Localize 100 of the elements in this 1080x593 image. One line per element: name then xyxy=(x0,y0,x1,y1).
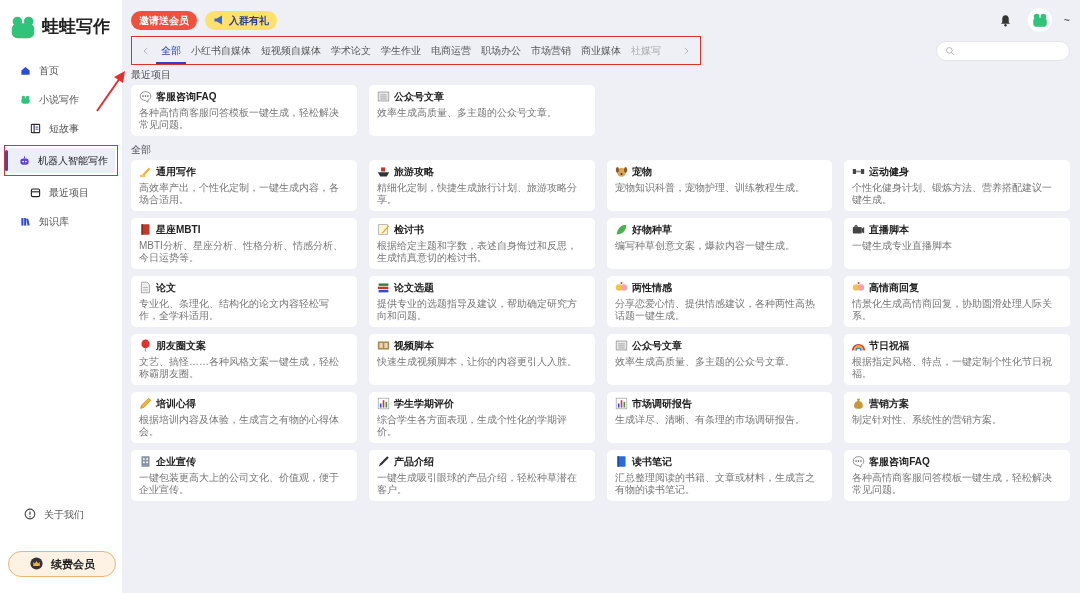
chevron-left-icon xyxy=(141,46,151,57)
template-card[interactable]: 旅游攻略 精细化定制，快捷生成旅行计划、旅游攻略分享。 xyxy=(368,160,595,211)
template-card[interactable]: 高情商回复 情景化生成高情商回复，协助圆滑处理人际关系。 xyxy=(844,276,1070,327)
card-description: 综合学生各方面表现，生成个性化的学期评价。 xyxy=(376,414,568,438)
category-tab[interactable]: 学术论文 xyxy=(326,37,376,64)
card-title: 论文 xyxy=(156,281,176,294)
template-card[interactable]: 视频脚本 快速生成视频脚本，让你的内容更引人入胜。 xyxy=(368,334,595,385)
memo-icon xyxy=(376,223,390,236)
app-name: 蛙蛙写作 xyxy=(42,16,110,39)
speech-bubble-icon xyxy=(852,455,866,468)
search-field[interactable] xyxy=(936,40,1070,61)
leaf-icon xyxy=(614,223,628,236)
card-title: 高情商回复 xyxy=(869,281,920,294)
template-card[interactable]: 客服咨询FAQ 各种高情商客服问答模板一键生成，轻松解决常见问题。 xyxy=(131,85,357,136)
template-card[interactable]: 论文选题 提供专业的选题指导及建议，帮助确定研究方向和问题。 xyxy=(368,276,595,327)
card-title: 星座MBTI xyxy=(156,223,201,236)
template-card[interactable]: 公众号文章 效率生成高质量、多主题的公众号文章。 xyxy=(368,85,595,136)
avatar[interactable] xyxy=(1027,8,1052,32)
template-card[interactable]: 客服咨询FAQ 各种高情商客服问答模板一键生成，轻松解决常见问题。 xyxy=(844,450,1070,501)
template-card[interactable]: 节日祝福 根据指定风格、特点，一键定制个性化节日祝福。 xyxy=(844,334,1070,385)
card-title: 营销方案 xyxy=(869,397,910,410)
money-bag-icon xyxy=(852,397,866,410)
sidebar-item[interactable]: 最近项目 xyxy=(8,180,114,205)
category-tab[interactable]: 商业媒体 xyxy=(576,37,626,64)
promo-badge[interactable]: 入群有礼 xyxy=(205,10,277,30)
card-description: 一键生成专业直播脚本 xyxy=(852,240,954,252)
sidebar-item[interactable]: 首页 xyxy=(8,58,114,83)
category-tab[interactable]: 小红书自媒体 xyxy=(186,37,256,64)
card-description: 制定针对性、系统性的营销方案。 xyxy=(852,414,1004,426)
template-card[interactable]: 朋友圈文案 文艺、搞怪……各种风格文案一键生成，轻松称霸朋友圈。 xyxy=(131,334,357,385)
template-card[interactable]: 读书笔记 汇总整理阅读的书籍、文章或材料，生成言之有物的读书笔记。 xyxy=(606,450,833,501)
template-card[interactable]: 宠物 宠物知识科普，宠物护理、训练教程生成。 xyxy=(606,160,833,211)
book-icon xyxy=(614,455,628,468)
robot-icon xyxy=(19,155,30,166)
template-card[interactable]: 通用写作 高效率产出，个性化定制，一键生成内容，各场合适用。 xyxy=(131,160,357,211)
pen-icon xyxy=(376,455,390,468)
template-card[interactable]: 企业宣传 一键包装更高大上的公司文化、价值观，便于企业宣传。 xyxy=(131,450,357,501)
card-title: 通用写作 xyxy=(156,165,196,178)
card-title: 产品介绍 xyxy=(393,455,434,468)
section-heading: 最近项目 xyxy=(131,69,172,81)
category-tab[interactable]: 市场营销 xyxy=(526,37,576,64)
document-icon xyxy=(139,281,152,294)
card-description: 情景化生成高情商回复，协助圆滑处理人际关系。 xyxy=(852,298,1054,322)
sidebar-item[interactable]: 短故事 xyxy=(8,116,114,141)
card-description: 各种高情商客服问答模板一键生成，轻松解决常见问题。 xyxy=(852,472,1054,496)
template-card[interactable]: 营销方案 制定针对性、系统性的营销方案。 xyxy=(844,392,1070,443)
card-title: 运动健身 xyxy=(869,165,910,178)
card-description: 文艺、搞怪……各种风格文案一键生成，轻松称霸朋友圈。 xyxy=(139,356,340,380)
card-title: 市场调研报告 xyxy=(631,397,692,410)
sidebar-item-label: 短故事 xyxy=(49,122,79,136)
template-card[interactable]: 两性情感 分享恋爱心情、提供情感建议，各种两性高热话题一键生成。 xyxy=(606,276,833,327)
annotation-arrow xyxy=(94,70,128,114)
template-card[interactable]: 直播脚本 一键生成专业直播脚本 xyxy=(844,218,1070,269)
sidebar-item-label: 首页 xyxy=(39,64,59,78)
megaphone-icon xyxy=(213,14,225,26)
sidebar-item[interactable]: 知识库 xyxy=(8,209,114,234)
renew-button[interactable]: 续费会员 xyxy=(8,550,116,577)
card-description: 生成详尽、清晰、有条理的市场调研报告。 xyxy=(614,414,806,426)
template-card[interactable]: 产品介绍 一键生成吸引眼球的产品介绍，轻松种草潜在客户。 xyxy=(368,450,595,501)
dog-face-icon xyxy=(614,165,628,178)
card-description: MBTI分析、星座分析、性格分析、情感分析、今日运势等。 xyxy=(139,240,344,264)
document-icon xyxy=(30,123,41,134)
template-card[interactable]: 论文 专业化、条理化、结构化的论文内容轻松写作，全学科适用。 xyxy=(131,276,357,327)
user-menu[interactable]: ~ xyxy=(1063,11,1070,29)
card-title: 客服咨询FAQ xyxy=(156,90,217,103)
crown-icon xyxy=(29,557,43,571)
card-description: 汇总整理阅读的书籍、文章或材料，生成言之有物的读书笔记。 xyxy=(614,472,816,496)
frog-icon xyxy=(1030,11,1049,29)
category-tab[interactable]: 职场办公 xyxy=(476,37,526,64)
category-tab[interactable]: 电商运营 xyxy=(426,37,476,64)
card-title: 两性情感 xyxy=(631,281,672,294)
template-card[interactable]: 好物种草 编写种草创意文案，爆款内容一键生成。 xyxy=(606,218,833,269)
card-title: 检讨书 xyxy=(393,223,424,236)
card-description: 专业化、条理化、结构化的论文内容轻松写作，全学科适用。 xyxy=(139,298,330,322)
template-card[interactable]: 学生学期评价 综合学生各方面表现，生成个性化的学期评价。 xyxy=(368,392,595,443)
promo-badge[interactable]: 邀请送会员 xyxy=(131,10,197,30)
books-icon xyxy=(376,281,390,294)
sidebar-item-label: 机器人智能写作 xyxy=(38,154,108,168)
sidebar-item[interactable]: 小说写作 xyxy=(8,87,114,112)
category-tab[interactable]: 短视频自媒体 xyxy=(256,37,326,64)
template-card[interactable]: 星座MBTI MBTI分析、星座分析、性格分析、情感分析、今日运势等。 xyxy=(131,218,357,269)
card-title: 客服咨询FAQ xyxy=(869,455,930,468)
card-title: 朋友圈文案 xyxy=(156,339,206,352)
template-card[interactable]: 培训心得 根据培训内容及体验，生成言之有物的心得体会。 xyxy=(131,392,357,443)
home-icon xyxy=(20,65,31,76)
template-card[interactable]: 检讨书 根据给定主题和字数，表述自身悔过和反思，生成情真意切的检讨书。 xyxy=(368,218,595,269)
template-card[interactable]: 公众号文章 效率生成高质量、多主题的公众号文章。 xyxy=(606,334,833,385)
sidebar-item[interactable]: 机器人智能写作 xyxy=(7,148,115,173)
card-description: 精细化定制，快捷生成旅行计划、旅游攻略分享。 xyxy=(376,182,578,206)
newspaper-icon xyxy=(614,339,628,352)
bar-chart-icon xyxy=(376,397,390,410)
category-tab[interactable]: 全部 xyxy=(156,37,186,64)
about-link[interactable]: 关于我们 xyxy=(8,501,114,527)
template-card[interactable]: 运动健身 个性化健身计划、锻炼方法、营养搭配建议一键生成。 xyxy=(844,160,1070,211)
book-icon xyxy=(139,223,152,236)
card-title: 公众号文章 xyxy=(631,339,682,352)
template-card[interactable]: 市场调研报告 生成详尽、清晰、有条理的市场调研报告。 xyxy=(606,392,833,443)
category-tab[interactable]: 学生作业 xyxy=(376,37,426,64)
ship-icon xyxy=(376,165,390,178)
speech-bubble-icon xyxy=(139,90,152,103)
